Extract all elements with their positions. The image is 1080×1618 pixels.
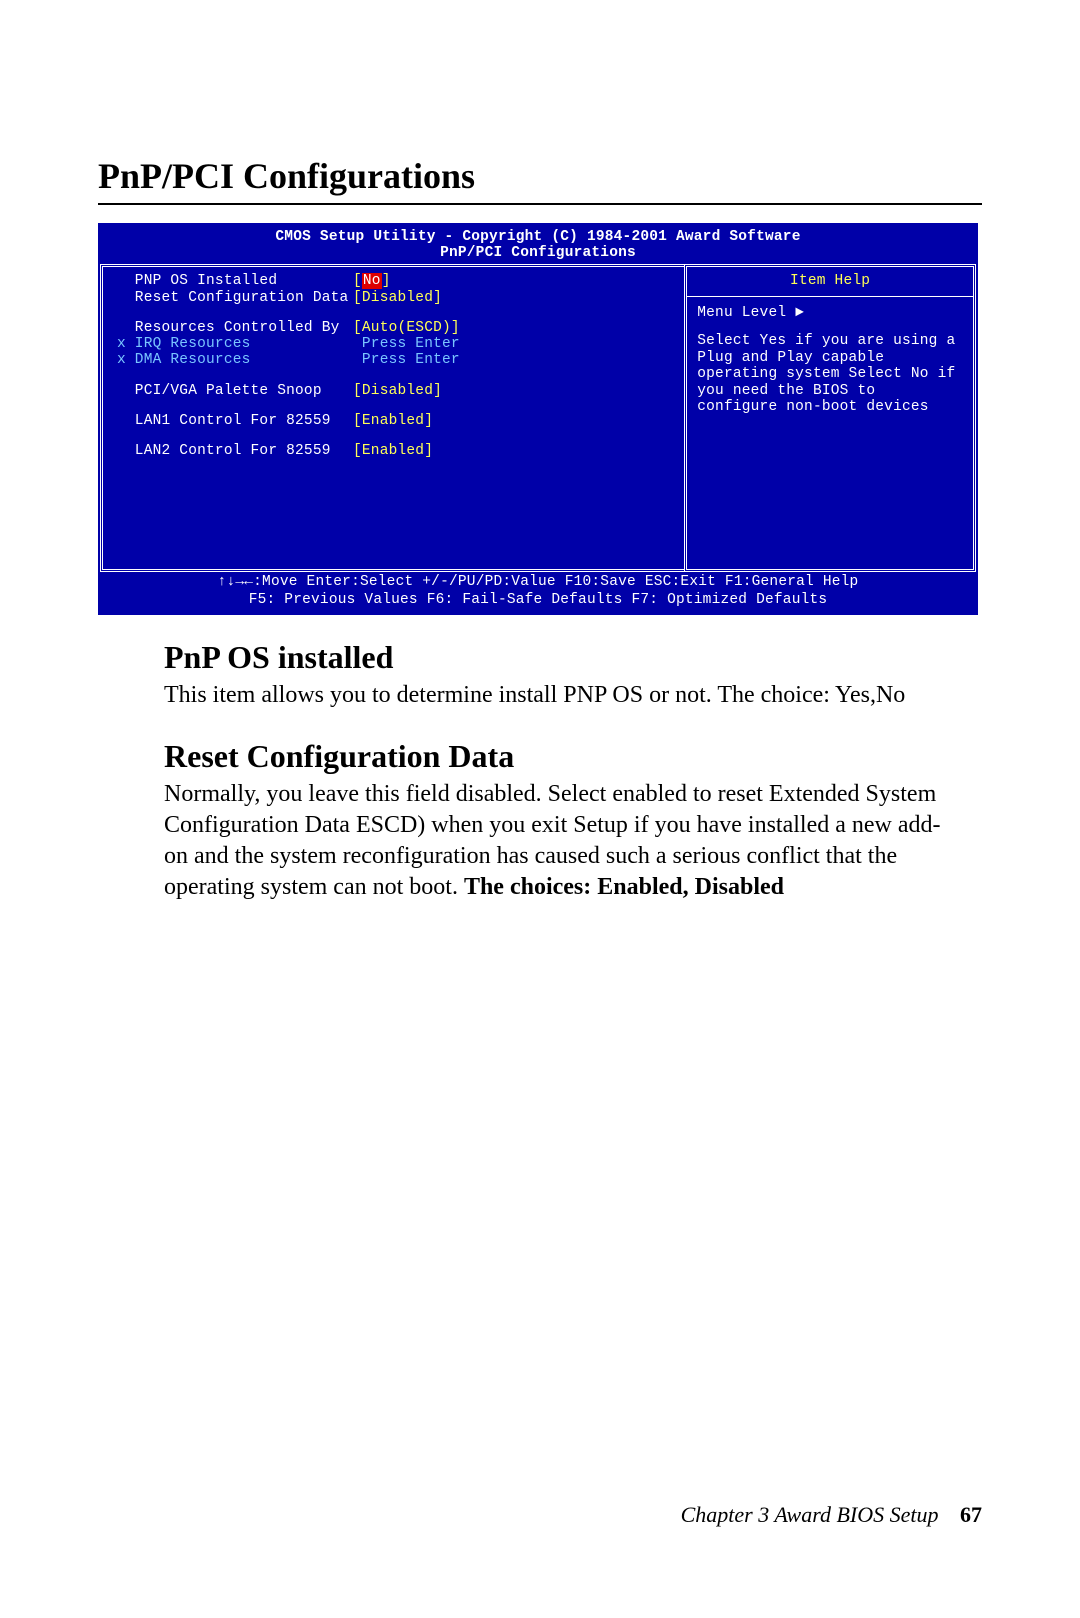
bios-row-label: LAN1 Control For 82559 (117, 413, 353, 429)
spacer (117, 399, 674, 413)
bios-row-value: [No] (353, 273, 391, 289)
section-heading: PnP OS installed (164, 639, 982, 676)
section-reset-config: Reset Configuration Data Normally, you l… (164, 738, 982, 902)
bios-row-label: Resources Controlled By (117, 320, 353, 336)
bios-footer-line1: ↑↓→←:Move Enter:Select +/-/PU/PD:Value F… (100, 574, 976, 591)
body-sections: PnP OS installed This item allows you to… (98, 639, 982, 903)
section-pnp-os: PnP OS installed This item allows you to… (164, 639, 982, 711)
bios-footer: ↑↓→←:Move Enter:Select +/-/PU/PD:Value F… (100, 572, 976, 612)
bios-row-label: x IRQ Resources (117, 336, 353, 352)
spacer (697, 321, 963, 333)
spacer (117, 306, 674, 320)
bios-row-value: Press Enter (353, 352, 460, 368)
bios-row: LAN2 Control For 82559[Enabled] (117, 443, 674, 459)
bios-row-value: [Enabled] (353, 443, 433, 459)
bios-titlebar: CMOS Setup Utility - Copyright (C) 1984-… (100, 225, 976, 264)
section-body: Normally, you leave this field disabled.… (164, 779, 982, 902)
bios-row-value: Press Enter (353, 336, 460, 352)
footer-chapter: Chapter 3 Award BIOS Setup (681, 1502, 939, 1527)
bios-row: x IRQ Resources Press Enter (117, 336, 674, 352)
bios-row-label: PNP OS Installed (117, 273, 353, 289)
bios-menu-level: Menu Level ► (697, 305, 963, 322)
spacer (117, 369, 674, 383)
bios-selected-value: No (362, 273, 382, 289)
bios-row-label: x DMA Resources (117, 352, 353, 368)
bios-title-line2: PnP/PCI Configurations (100, 245, 976, 261)
section-body: This item allows you to determine instal… (164, 680, 982, 711)
page-title: PnP/PCI Configurations (98, 155, 982, 205)
bios-row: PCI/VGA Palette Snoop[Disabled] (117, 383, 674, 399)
page-footer: Chapter 3 Award BIOS Setup 67 (681, 1502, 982, 1528)
bios-row: PNP OS Installed[No] (117, 273, 674, 289)
bios-row-label: Reset Configuration Data (117, 290, 353, 306)
bios-row: x DMA Resources Press Enter (117, 352, 674, 368)
bios-row-label: PCI/VGA Palette Snoop (117, 383, 353, 399)
bios-row: LAN1 Control For 82559[Enabled] (117, 413, 674, 429)
bios-screenshot: CMOS Setup Utility - Copyright (C) 1984-… (98, 223, 978, 615)
bios-help-pane: Item Help Menu Level ► Select Yes if you… (684, 264, 976, 572)
bios-row: Resources Controlled By[Auto(ESCD)] (117, 320, 674, 336)
bios-title-line1: CMOS Setup Utility - Copyright (C) 1984-… (100, 229, 976, 245)
section-body-bold: The choices: Enabled, Disabled (464, 874, 784, 900)
bios-row-value: [Disabled] (353, 383, 442, 399)
bios-row-value: [Enabled] (353, 413, 433, 429)
bios-row-label: LAN2 Control For 82559 (117, 443, 353, 459)
bios-row: Reset Configuration Data[Disabled] (117, 290, 674, 306)
bios-help-text: Select Yes if you are using a Plug and P… (697, 333, 963, 416)
bios-footer-line2: F5: Previous Values F6: Fail-Safe Defaul… (100, 592, 976, 609)
spacer (117, 429, 674, 443)
bios-row-value: [Disabled] (353, 290, 442, 306)
bios-row-value: [Auto(ESCD)] (353, 320, 460, 336)
footer-page-number: 67 (960, 1502, 982, 1527)
bios-settings-pane: PNP OS Installed[No] Reset Configuration… (100, 264, 684, 572)
section-heading: Reset Configuration Data (164, 738, 982, 775)
bios-help-title: Item Help (687, 267, 973, 295)
